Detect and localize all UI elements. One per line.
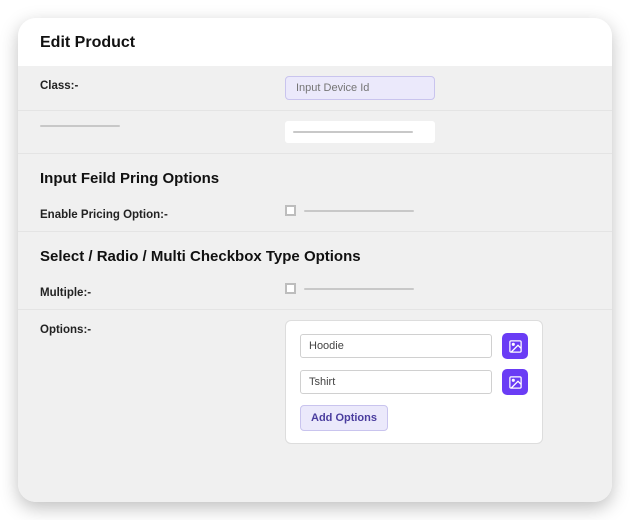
add-options-button[interactable]: Add Options [300,405,388,431]
option-row [300,333,528,359]
input-col-enable-pricing [285,205,590,216]
page-title: Edit Product [40,34,590,52]
input-col-skeleton [285,121,590,143]
image-icon [508,339,523,354]
label-enable-pricing: Enable Pricing Option:- [40,205,265,221]
section-title-pricing: Input Feild Pring Options [18,154,612,195]
row-options: Options:- [18,310,612,462]
label-options: Options:- [40,320,265,336]
enable-pricing-control [285,205,590,216]
edit-product-card: Edit Product Class:- Input Feild Pring O… [18,18,612,502]
class-input[interactable] [285,76,435,100]
row-enable-pricing: Enable Pricing Option:- [18,195,612,232]
label-multiple: Multiple:- [40,283,265,299]
option-input[interactable] [300,370,492,394]
label-skeleton [40,121,265,127]
image-icon [508,375,523,390]
input-col-class [285,76,590,100]
option-image-button[interactable] [502,369,528,395]
row-multiple: Multiple:- [18,273,612,310]
input-col-multiple [285,283,590,294]
skeleton-field-line [293,131,413,133]
card-header: Edit Product [18,18,612,66]
input-col-options: Add Options [285,320,590,444]
skeleton-label-line [40,125,120,127]
option-input[interactable] [300,334,492,358]
multiple-checkbox[interactable] [285,283,296,294]
card-body: Class:- Input Feild Pring Options Enable… [18,66,612,502]
option-row [300,369,528,395]
enable-pricing-checkbox[interactable] [285,205,296,216]
enable-pricing-line [304,210,414,212]
row-class: Class:- [18,66,612,111]
option-image-button[interactable] [502,333,528,359]
multiple-line [304,288,414,290]
label-class: Class:- [40,76,265,92]
row-skeleton [18,111,612,154]
section-title-select: Select / Radio / Multi Checkbox Type Opt… [18,232,612,273]
multiple-control [285,283,590,294]
skeleton-field[interactable] [285,121,435,143]
options-panel: Add Options [285,320,543,444]
